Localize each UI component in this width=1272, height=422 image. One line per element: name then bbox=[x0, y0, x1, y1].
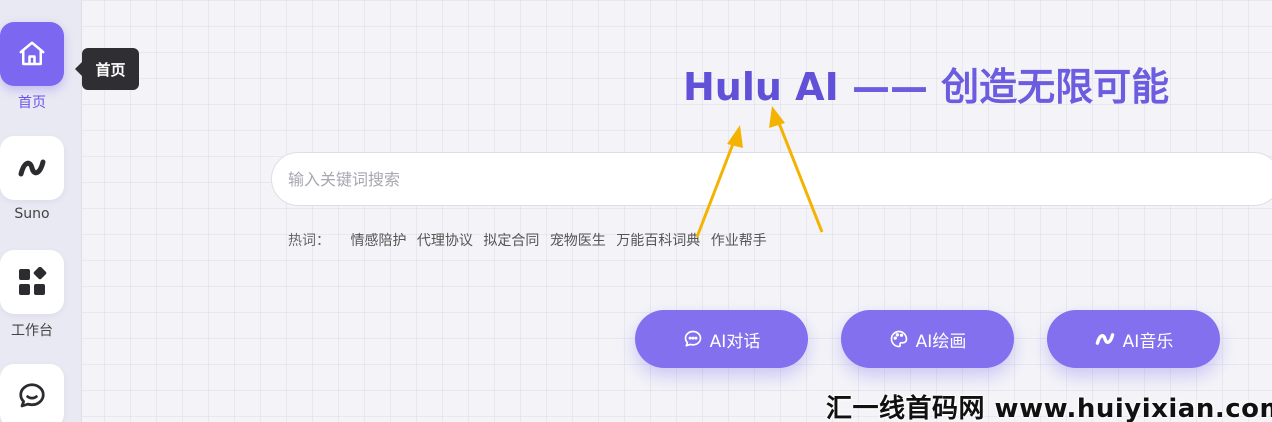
home-button[interactable] bbox=[0, 22, 64, 86]
workbench-button[interactable] bbox=[0, 250, 64, 314]
music-note-icon bbox=[1095, 333, 1114, 345]
chat-button[interactable] bbox=[0, 364, 64, 422]
hotwords-label: 热词： bbox=[288, 233, 330, 249]
hero-tagline: —— 创造无限可能 bbox=[851, 65, 1170, 109]
sidebar-item-suno[interactable]: Suno bbox=[0, 136, 64, 222]
chat-bubble-icon bbox=[684, 330, 702, 347]
home-icon bbox=[19, 41, 45, 66]
search-box[interactable] bbox=[271, 152, 1272, 206]
hotword-item[interactable]: 万能百科词典 bbox=[616, 233, 700, 249]
sidebar-item-home[interactable]: 首页 bbox=[0, 22, 64, 112]
palette-icon bbox=[890, 330, 908, 348]
hero-title: Hulu AI —— 创造无限可能 bbox=[683, 62, 1169, 112]
ai-chat-label: AI对话 bbox=[709, 331, 761, 352]
home-tooltip: 首页 bbox=[75, 48, 139, 90]
music-note-icon bbox=[18, 159, 46, 177]
hotword-item[interactable]: 作业帮手 bbox=[711, 233, 767, 249]
sidebar-item-chat[interactable] bbox=[0, 364, 64, 422]
hotwords: 热词： 情感陪护 代理协议 拟定合同 宠物医生 万能百科词典 作业帮手 bbox=[288, 230, 773, 250]
sidebar-item-workbench[interactable]: 工作台 bbox=[0, 250, 64, 340]
brand-name: Hulu AI bbox=[683, 65, 839, 109]
watermark: 汇一线首码网 www.huiyixian.com bbox=[826, 394, 1272, 422]
chat-icon bbox=[19, 383, 45, 408]
sidebar-item-label: Suno bbox=[14, 206, 50, 222]
ai-music-button[interactable]: AI音乐 bbox=[1047, 310, 1220, 368]
hotword-item[interactable]: 代理协议 bbox=[417, 233, 473, 249]
hotword-item[interactable]: 情感陪护 bbox=[350, 233, 406, 249]
hotword-item[interactable]: 宠物医生 bbox=[550, 233, 606, 249]
ai-painting-label: AI绘画 bbox=[915, 331, 967, 352]
search-input[interactable] bbox=[288, 153, 988, 205]
sidebar-item-label: 首页 bbox=[18, 95, 46, 111]
hotword-item[interactable]: 拟定合同 bbox=[483, 233, 539, 249]
suno-button[interactable] bbox=[0, 136, 64, 200]
ai-music-label: AI音乐 bbox=[1122, 331, 1174, 352]
grid-icon bbox=[19, 267, 47, 295]
sidebar-item-label: 工作台 bbox=[11, 323, 53, 339]
ai-chat-button[interactable]: AI对话 bbox=[635, 310, 808, 368]
sidebar: 首页 Suno 工作台 bbox=[0, 0, 82, 422]
ai-painting-button[interactable]: AI绘画 bbox=[841, 310, 1014, 368]
